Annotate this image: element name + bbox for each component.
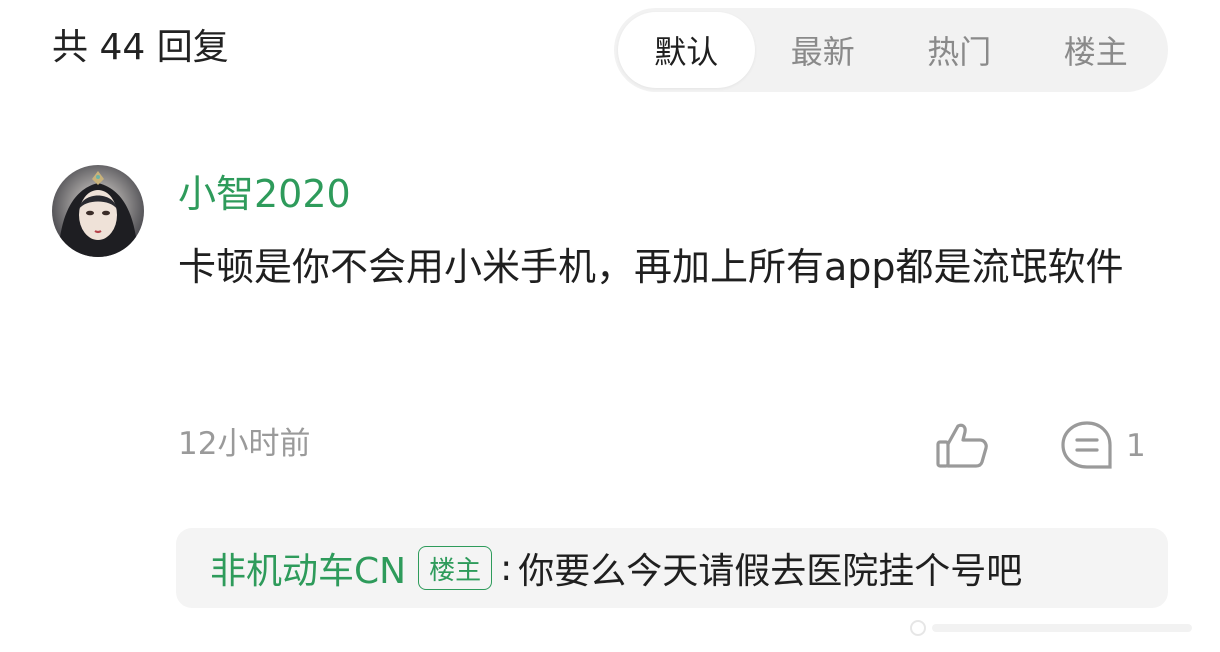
comment-section: 共 44 回复 默认 最新 热门 楼主 小智2020 卡顿是你不会用小米手机，再… [0, 0, 1220, 652]
timestamp: 12小时前 [178, 426, 311, 462]
tab-hot[interactable]: 热门 [891, 12, 1028, 88]
comment-text: 卡顿是你不会用小米手机，再加上所有app都是流氓软件 [178, 245, 1124, 289]
thumbs-up-icon [936, 423, 988, 468]
like-button[interactable] [934, 418, 990, 474]
watermark [908, 618, 1208, 638]
sub-reply-text: 你要么今天请假去医院挂个号吧 [518, 551, 1023, 592]
separator: : [500, 547, 513, 589]
sub-reply[interactable]: 非机动车CN 楼主 : 你要么今天请假去医院挂个号吧 [176, 528, 1168, 608]
tab-default[interactable]: 默认 [618, 12, 755, 88]
sort-tabs: 默认 最新 热门 楼主 [614, 8, 1168, 92]
reply-count-title: 共 44 回复 [52, 27, 229, 68]
tab-op[interactable]: 楼主 [1028, 12, 1165, 88]
comment-icon [1061, 421, 1112, 469]
reply-count: 1 [1126, 428, 1146, 464]
sub-reply-author[interactable]: 非机动车CN [210, 542, 406, 594]
avatar[interactable] [52, 165, 144, 257]
op-badge: 楼主 [418, 546, 493, 590]
tab-latest[interactable]: 最新 [755, 12, 892, 88]
username[interactable]: 小智2020 [178, 170, 351, 218]
reply-button[interactable] [1058, 418, 1116, 474]
